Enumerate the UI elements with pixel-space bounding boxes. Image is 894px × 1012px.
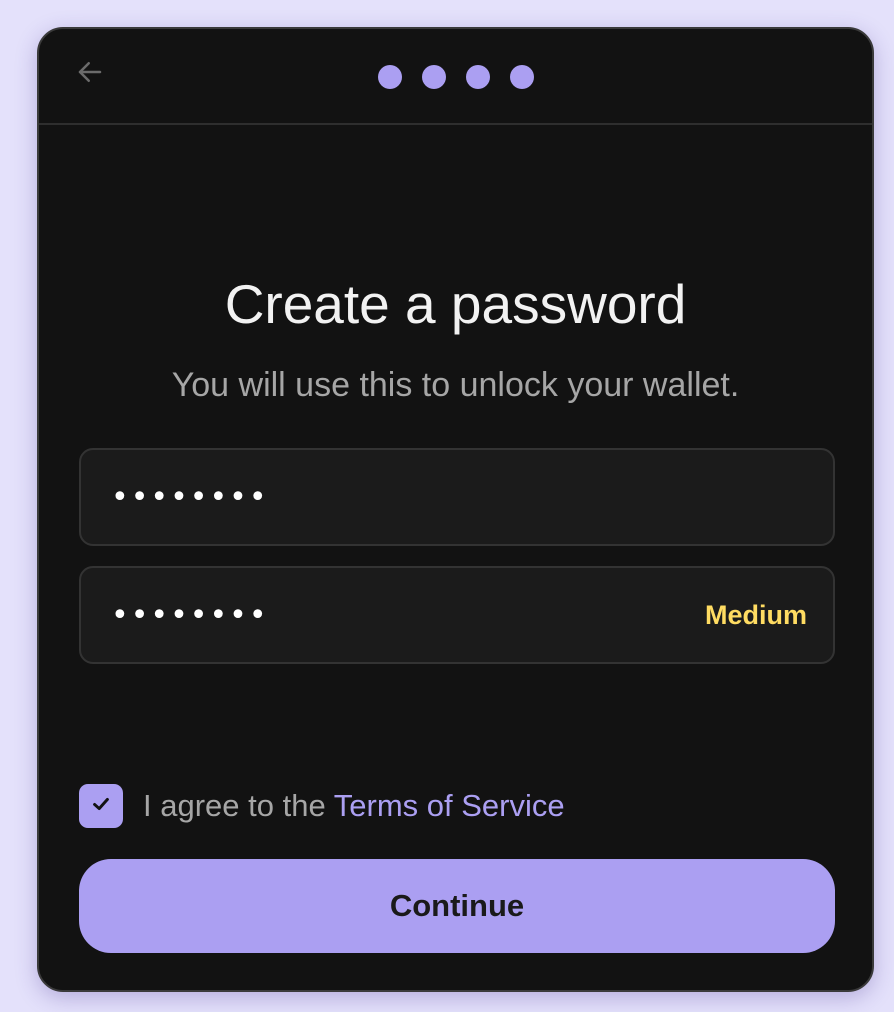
step-dot-3 <box>465 65 490 89</box>
password-strength-label: Medium <box>704 599 807 630</box>
checkmark-icon <box>90 793 112 820</box>
step-indicator <box>39 65 872 89</box>
step-dot-2 <box>421 65 446 89</box>
onboarding-window: Create a password You will use this to u… <box>37 27 874 992</box>
confirm-password-field: Medium <box>79 566 835 664</box>
terms-checkbox[interactable] <box>79 784 123 828</box>
terms-agreement: I agree to the Terms of Service <box>79 783 565 829</box>
terms-label-prefix: I agree to the <box>143 788 334 823</box>
page-subtitle: You will use this to unlock your wallet. <box>171 366 740 404</box>
continue-button[interactable]: Continue <box>79 859 835 953</box>
step-dot-1 <box>377 65 402 89</box>
password-field <box>79 448 835 546</box>
password-input[interactable] <box>81 450 833 544</box>
terms-label: I agree to the Terms of Service <box>143 784 565 828</box>
page-title: Create a password <box>224 273 687 335</box>
terms-of-service-link[interactable]: Terms of Service <box>334 788 565 823</box>
window-header <box>39 29 872 125</box>
step-dot-4 <box>509 65 534 89</box>
